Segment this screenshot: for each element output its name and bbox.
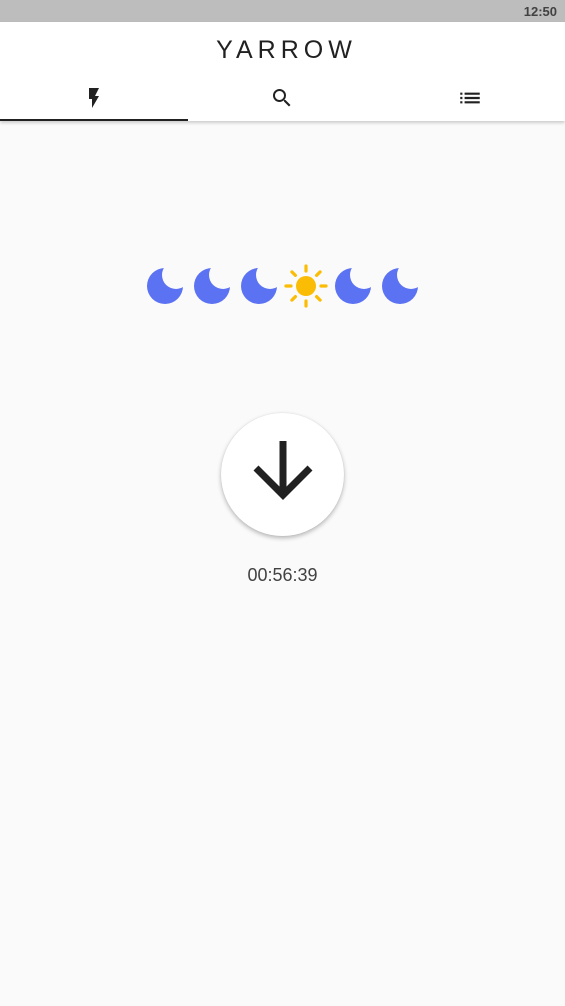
moon-icon — [191, 263, 237, 309]
search-icon — [270, 86, 294, 110]
action-button[interactable] — [221, 413, 344, 536]
moon-icon — [238, 263, 284, 309]
status-bar: 12:50 — [0, 0, 565, 22]
app-title: YARROW — [216, 36, 357, 64]
moon-icon — [332, 263, 378, 309]
moon-icon — [144, 263, 190, 309]
moon-icon — [379, 263, 425, 309]
flash-icon — [82, 86, 106, 110]
arrow-down-icon — [248, 437, 318, 512]
app-header: YARROW — [0, 22, 565, 121]
sun-icon — [283, 263, 329, 309]
tab-search[interactable] — [188, 74, 376, 121]
list-icon — [457, 85, 483, 111]
timer: 00:56:39 — [247, 565, 318, 585]
status-time: 12:50 — [523, 4, 557, 19]
tab-flash[interactable] — [0, 74, 188, 121]
tab-indicator — [0, 119, 188, 121]
tab-list[interactable] — [376, 74, 564, 121]
phase-sequence — [144, 263, 426, 309]
